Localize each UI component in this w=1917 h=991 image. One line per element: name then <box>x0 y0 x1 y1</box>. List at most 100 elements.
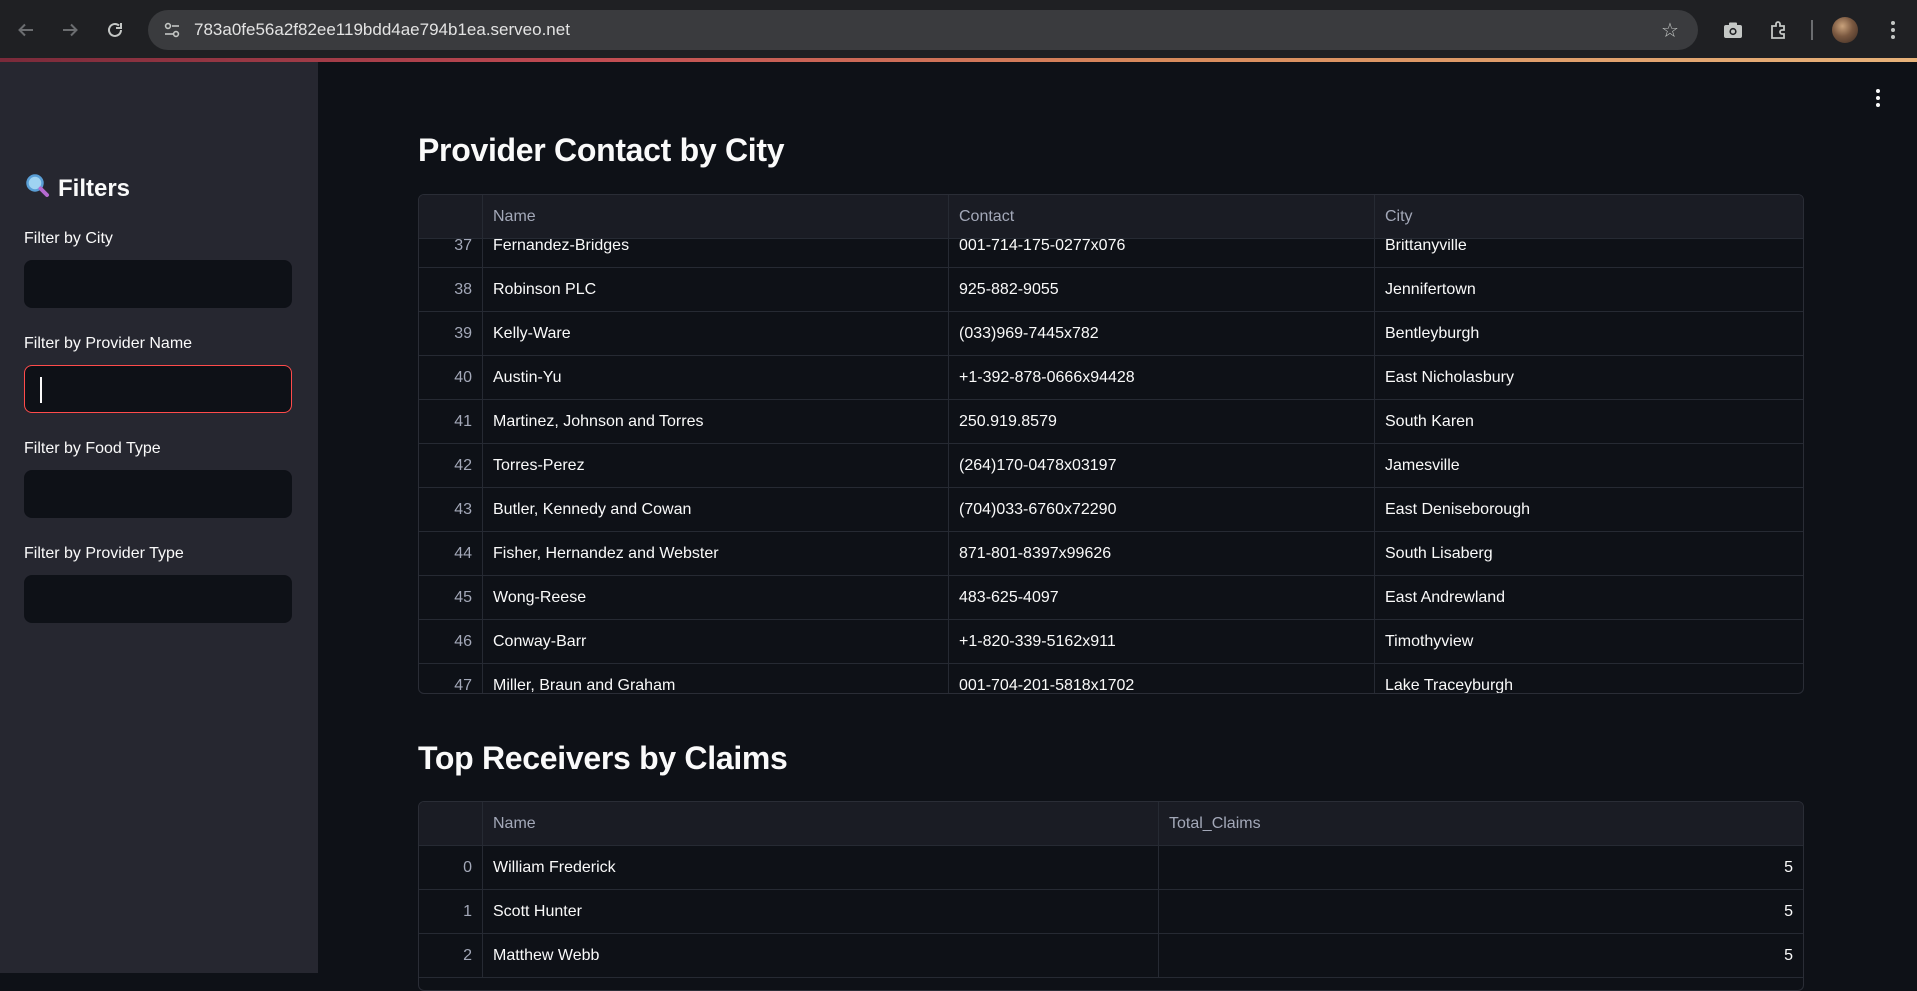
row-index-cell[interactable]: 1 <box>419 890 483 933</box>
provider-contact-table[interactable]: Name Contact City 37 Fernandez-Bridges 001… <box>418 194 1804 694</box>
row-index-cell[interactable]: 0 <box>419 846 483 889</box>
provider-name-cell[interactable]: Austin-Yu <box>483 356 949 399</box>
profile-avatar[interactable] <box>1832 17 1858 43</box>
receiver-name-cell[interactable]: William Frederick <box>483 846 1159 889</box>
provider-name-cell[interactable]: Wong-Reese <box>483 576 949 619</box>
row-index-cell[interactable]: 40 <box>419 356 483 399</box>
browser-toolbar: 783a0fe56a2f82ee119bdd4ae794b1ea.serveo.… <box>0 0 1917 62</box>
contact-cell[interactable]: 483-625-4097 <box>949 576 1375 619</box>
contact-cell[interactable]: (704)033-6760x72290 <box>949 488 1375 531</box>
city-cell[interactable]: Jamesville <box>1375 444 1803 487</box>
row-index-cell[interactable]: 44 <box>419 532 483 575</box>
browser-menu-icon[interactable] <box>1877 14 1909 46</box>
toolbar-divider <box>1811 20 1813 40</box>
city-cell[interactable]: Brittanyville <box>1375 239 1803 267</box>
city-filter-input[interactable] <box>24 260 292 308</box>
contact-cell[interactable]: 001-714-175-0277x076 <box>949 239 1375 267</box>
provider-name-cell[interactable]: Conway-Barr <box>483 620 949 663</box>
contact-cell[interactable]: +1-820-339-5162x911 <box>949 620 1375 663</box>
site-settings-icon[interactable] <box>156 14 188 46</box>
city-cell[interactable]: East Andrewland <box>1375 576 1803 619</box>
provider-name-cell[interactable]: Kelly-Ware <box>483 312 949 355</box>
index-column-header[interactable] <box>419 195 483 238</box>
city-cell[interactable]: South Lisaberg <box>1375 532 1803 575</box>
name-column-header[interactable]: Name <box>483 195 949 238</box>
row-index-cell[interactable]: 39 <box>419 312 483 355</box>
contact-cell[interactable]: 250.919.8579 <box>949 400 1375 443</box>
table-row[interactable]: 47 Miller, Braun and Graham 001-704-201-58… <box>419 664 1803 693</box>
name-column-header[interactable]: Name <box>483 802 1159 845</box>
row-index-cell[interactable]: 41 <box>419 400 483 443</box>
contact-cell[interactable]: 871-801-8397x99626 <box>949 532 1375 575</box>
table-row[interactable]: 41 Martinez, Johnson and Torres 250.919.85… <box>419 400 1803 444</box>
table-row[interactable]: 46 Conway-Barr +1-820-339-5162x911 Timothyv… <box>419 620 1803 664</box>
index-column-header[interactable] <box>419 802 483 845</box>
table-row[interactable]: 2 Matthew Webb 5 <box>419 934 1803 978</box>
total-claims-cell[interactable]: 5 <box>1159 846 1803 889</box>
provider-name-cell[interactable]: Fernandez-Bridges <box>483 239 949 267</box>
provider-name-cell[interactable]: Martinez, Johnson and Torres <box>483 400 949 443</box>
provider-name-filter-input[interactable] <box>24 365 292 413</box>
table-row[interactable]: 37 Fernandez-Bridges 001-714-175-0277x076 B… <box>419 239 1803 268</box>
row-index-cell[interactable]: 47 <box>419 664 483 693</box>
table-row[interactable]: 40 Austin-Yu +1-392-878-0666x94428 East Nic… <box>419 356 1803 400</box>
table-row[interactable]: 43 Butler, Kennedy and Cowan (704)033-6760… <box>419 488 1803 532</box>
table-rows: 0 William Frederick 5 1 Scott Hunter 5 2 Matthe… <box>419 846 1803 978</box>
table-row[interactable]: 38 Robinson PLC 925-882-9055 Jennifertown <box>419 268 1803 312</box>
provider-name-cell[interactable]: Butler, Kennedy and Cowan <box>483 488 949 531</box>
table-row[interactable]: 1 Scott Hunter 5 <box>419 890 1803 934</box>
top-receivers-heading: Top Receivers by Claims <box>418 740 788 776</box>
receiver-name-cell[interactable]: Matthew Webb <box>483 934 1159 977</box>
total-claims-cell[interactable]: 5 <box>1159 934 1803 977</box>
camera-icon[interactable] <box>1717 14 1749 46</box>
contact-cell[interactable]: +1-392-878-0666x94428 <box>949 356 1375 399</box>
city-cell[interactable]: Bentleyburgh <box>1375 312 1803 355</box>
provider-name-cell[interactable]: Robinson PLC <box>483 268 949 311</box>
contact-cell[interactable]: (264)170-0478x03197 <box>949 444 1375 487</box>
receiver-name-cell[interactable]: Scott Hunter <box>483 890 1159 933</box>
top-receivers-table[interactable]: Name Total_Claims 0 William Frederick 5 1 Sc… <box>418 801 1804 991</box>
provider-type-filter-input[interactable] <box>24 575 292 623</box>
url-text[interactable]: 783a0fe56a2f82ee119bdd4ae794b1ea.serveo.… <box>194 10 570 50</box>
provider-name-filter-label: Filter by Provider Name <box>24 335 193 352</box>
contact-cell[interactable]: (033)969-7445x782 <box>949 312 1375 355</box>
row-index-cell[interactable]: 42 <box>419 444 483 487</box>
table-row[interactable]: 39 Kelly-Ware (033)969-7445x782 Bentleyburg… <box>419 312 1803 356</box>
city-cell[interactable]: East Deniseborough <box>1375 488 1803 531</box>
address-bar[interactable]: 783a0fe56a2f82ee119bdd4ae794b1ea.serveo.… <box>148 10 1698 50</box>
row-index-cell[interactable]: 2 <box>419 934 483 977</box>
provider-name-cell[interactable]: Torres-Perez <box>483 444 949 487</box>
extensions-puzzle-icon[interactable] <box>1763 14 1795 46</box>
city-cell[interactable]: Timothyview <box>1375 620 1803 663</box>
row-index-cell[interactable]: 38 <box>419 268 483 311</box>
row-index-cell[interactable]: 45 <box>419 576 483 619</box>
city-cell[interactable]: Jennifertown <box>1375 268 1803 311</box>
city-cell[interactable]: South Karen <box>1375 400 1803 443</box>
provider-name-cell[interactable]: Fisher, Hernandez and Webster <box>483 532 949 575</box>
bookmark-star-icon[interactable]: ☆ <box>1656 16 1684 44</box>
reload-icon[interactable] <box>99 14 131 46</box>
forward-icon[interactable] <box>54 14 86 46</box>
total-claims-column-header[interactable]: Total_Claims <box>1159 802 1803 845</box>
city-cell[interactable]: Lake Traceyburgh <box>1375 664 1803 693</box>
row-index-cell[interactable]: 43 <box>419 488 483 531</box>
food-type-filter-label: Filter by Food Type <box>24 440 161 457</box>
contact-cell[interactable]: 001-704-201-5818x1702 <box>949 664 1375 693</box>
table-row[interactable]: 0 William Frederick 5 <box>419 846 1803 890</box>
app-menu-icon[interactable] <box>1866 84 1890 112</box>
city-column-header[interactable]: City <box>1375 195 1803 238</box>
food-type-filter-input[interactable] <box>24 470 292 518</box>
table-body[interactable]: 37 Fernandez-Bridges 001-714-175-0277x076 B… <box>419 239 1803 693</box>
back-icon[interactable] <box>10 14 42 46</box>
table-row[interactable]: 45 Wong-Reese 483-625-4097 East Andrewland <box>419 576 1803 620</box>
contact-column-header[interactable]: Contact <box>949 195 1375 238</box>
row-index-cell[interactable]: 46 <box>419 620 483 663</box>
provider-name-cell[interactable]: Miller, Braun and Graham <box>483 664 949 693</box>
provider-type-filter-label: Filter by Provider Type <box>24 545 184 562</box>
table-row[interactable]: 42 Torres-Perez (264)170-0478x03197 Jamesvi… <box>419 444 1803 488</box>
city-cell[interactable]: East Nicholasbury <box>1375 356 1803 399</box>
row-index-cell[interactable]: 37 <box>419 239 483 267</box>
contact-cell[interactable]: 925-882-9055 <box>949 268 1375 311</box>
table-row[interactable]: 44 Fisher, Hernandez and Webster 871-801-8… <box>419 532 1803 576</box>
total-claims-cell[interactable]: 5 <box>1159 890 1803 933</box>
